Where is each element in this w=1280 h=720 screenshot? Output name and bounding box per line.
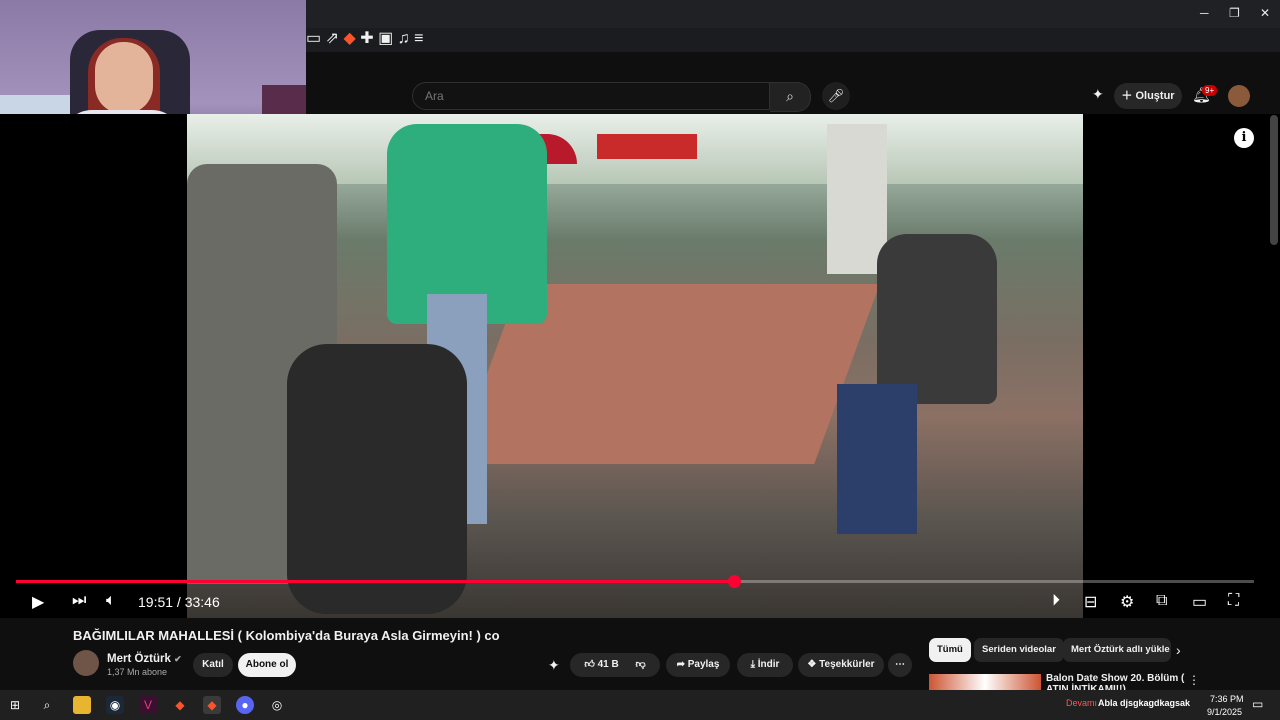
- plus-icon: ＋: [1121, 90, 1136, 102]
- channel-name[interactable]: Mert Öztürk ✔: [107, 653, 182, 665]
- chip-uploads[interactable]: Mert Öztürk adlı yükle: [1063, 638, 1171, 662]
- join-button[interactable]: Katıl: [193, 653, 233, 677]
- video-player[interactable]: i ▶ ⏭︎ 🔈︎ 19:51 / 33:46 ⏵ ⊟ ⚙ ⧉ ▭ ⛶: [0, 114, 1280, 618]
- play-icon[interactable]: ▶: [32, 592, 44, 612]
- miniplayer-icon[interactable]: ⧉: [1156, 592, 1167, 610]
- download-label: İndir: [757, 659, 780, 670]
- page-scrollbar[interactable]: [1270, 115, 1278, 245]
- create-label: Oluştur: [1135, 90, 1175, 102]
- chevron-right-icon[interactable]: ›: [1176, 642, 1181, 658]
- volume-icon[interactable]: 🔈︎: [106, 592, 116, 610]
- verified-icon: ✔: [174, 654, 182, 664]
- concrete-pillar: [827, 124, 887, 274]
- media-icon[interactable]: ♫: [398, 30, 410, 47]
- thanks-icon: ❖: [807, 659, 820, 670]
- notification-badge: 9+: [1202, 85, 1218, 96]
- search-icon[interactable]: ⌕: [38, 696, 56, 714]
- menu-icon[interactable]: ≡: [414, 30, 423, 47]
- bicycle: [287, 344, 467, 614]
- autoplay-toggle[interactable]: ⏵: [1052, 592, 1060, 610]
- video-frame: [187, 114, 1083, 618]
- streamer-face: [95, 42, 153, 114]
- clock-date[interactable]: 9/1/2025: [1207, 707, 1242, 717]
- restore-button[interactable]: ❐: [1229, 6, 1240, 20]
- channel-avatar[interactable]: [73, 650, 99, 676]
- studio-icon[interactable]: ✦: [1092, 86, 1104, 103]
- wallet-icon[interactable]: ▣: [378, 30, 393, 47]
- subscribe-button[interactable]: Abone ol: [238, 653, 296, 677]
- player-controls: ▶ ⏭︎ 🔈︎ 19:51 / 33:46 ⏵ ⊟ ⚙ ⧉ ▭ ⛶: [0, 586, 1280, 618]
- like-dislike-group: 👍︎ 41 B 👎︎: [570, 653, 660, 677]
- close-button[interactable]: ✕: [1260, 6, 1270, 20]
- youtube-header: ⌕ 🎤︎ ✦ ＋ Oluştur 🔔︎ 9+: [306, 52, 1280, 114]
- thumb-up-icon[interactable]: 👍︎: [584, 659, 597, 670]
- settings-icon[interactable]: ⚙: [1120, 592, 1134, 612]
- mic-icon: 🎤︎: [827, 88, 845, 103]
- download-icon: ⤓: [750, 659, 758, 670]
- brave-icon[interactable]: ◆: [171, 696, 189, 714]
- video-details: BAĞIMLILAR MAHALLESİ ( Kolombiya'da Bura…: [0, 618, 1280, 695]
- info-button[interactable]: i: [1234, 128, 1254, 148]
- like-count[interactable]: 41 B: [598, 659, 619, 670]
- more-actions-button[interactable]: ⋯: [888, 653, 912, 677]
- video-title: BAĞIMLILAR MAHALLESİ ( Kolombiya'da Bura…: [73, 628, 500, 643]
- thanks-button[interactable]: ❖ Teşekkürler: [798, 653, 884, 677]
- obs-icon[interactable]: ◎: [268, 696, 286, 714]
- notification-center-icon[interactable]: ▭: [1252, 697, 1263, 711]
- channel-name-text: Mert Öztürk: [107, 653, 171, 665]
- next-icon[interactable]: ⏭︎: [72, 592, 86, 610]
- browser-titlebar: ─ ❐ ✕: [306, 0, 1280, 28]
- search-button[interactable]: ⌕: [770, 82, 811, 112]
- browser-toolbar: ▭ ⇗ ◆ ✚ ▣ ♫ ≡: [306, 28, 1280, 52]
- windows-taskbar: ⊞ ⌕ ◉ V ◆ ◆ ● ◎ Devamı Abla djsgkagdkags…: [0, 690, 1280, 720]
- theater-icon[interactable]: ▭: [1192, 592, 1207, 612]
- windows-start-icon[interactable]: ⊞: [6, 696, 24, 714]
- red-canopy: [597, 134, 697, 159]
- kebab-menu-icon[interactable]: ⋮: [1188, 673, 1200, 687]
- progress-fill: [16, 580, 735, 583]
- search-icon: ⌕: [786, 88, 794, 104]
- share-label: Paylaş: [687, 659, 720, 670]
- brave-active-icon[interactable]: ◆: [203, 696, 221, 714]
- cast-icon[interactable]: ▭: [306, 30, 321, 47]
- time-display: 19:51 / 33:46: [138, 594, 220, 610]
- chip-series[interactable]: Seriden videolar: [974, 638, 1064, 662]
- thumb-down-icon[interactable]: 👎︎: [635, 659, 645, 670]
- clock-time[interactable]: 7:36 PM: [1210, 694, 1244, 704]
- file-explorer-icon[interactable]: [73, 696, 91, 714]
- share-page-icon[interactable]: ⇗: [326, 30, 339, 47]
- thanks-label: Teşekkürler: [819, 659, 875, 670]
- share-icon: ➦: [676, 659, 688, 670]
- search-input[interactable]: [412, 82, 770, 110]
- recommendation-thumbnail[interactable]: [929, 674, 1041, 690]
- create-button[interactable]: ＋ Oluştur: [1114, 83, 1182, 109]
- sparkle-icon[interactable]: ✦: [548, 657, 560, 674]
- tray-notice: Devamı: [1066, 698, 1098, 708]
- account-avatar[interactable]: [1228, 85, 1250, 107]
- woman-jeans: [837, 384, 917, 534]
- brave-shield-icon[interactable]: ◆: [343, 30, 355, 47]
- subscriber-count: 1,37 Mn abone: [107, 667, 168, 677]
- app-icon[interactable]: V: [139, 696, 157, 714]
- chip-all[interactable]: Tümü: [929, 638, 971, 662]
- voice-search-button[interactable]: 🎤︎: [822, 82, 850, 110]
- subtitles-icon[interactable]: ⊟: [1084, 592, 1097, 612]
- steam-icon[interactable]: ◉: [106, 696, 124, 714]
- minimize-button[interactable]: ─: [1200, 6, 1209, 20]
- extensions-icon[interactable]: ✚: [360, 30, 373, 47]
- now-playing-text: Abla djsgkagdkagsak: [1098, 698, 1191, 708]
- download-button[interactable]: ⤓ İndir: [737, 653, 793, 677]
- progress-bar[interactable]: [16, 575, 1254, 588]
- fullscreen-icon[interactable]: ⛶: [1228, 592, 1239, 610]
- discord-icon[interactable]: ●: [236, 696, 254, 714]
- share-button[interactable]: ➦ Paylaş: [666, 653, 730, 677]
- woman-top: [877, 234, 997, 404]
